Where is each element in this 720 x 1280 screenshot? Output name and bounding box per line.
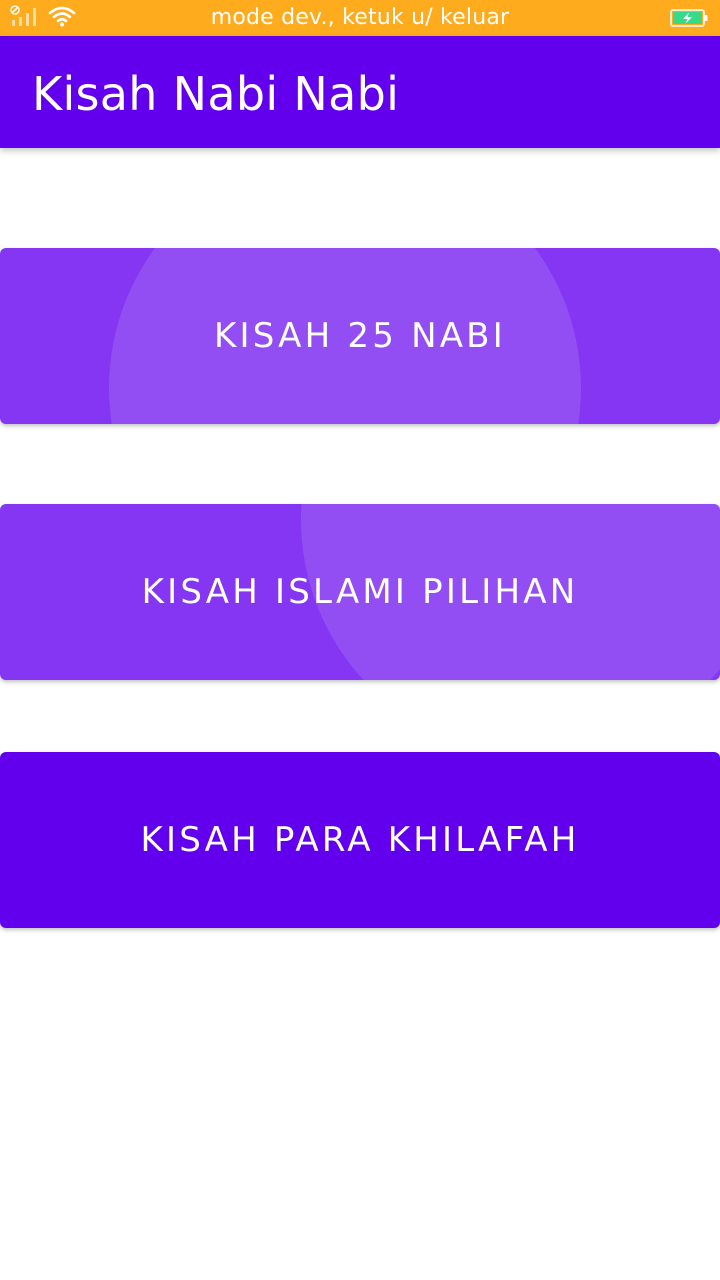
app-bar: Kisah Nabi Nabi [0,36,720,148]
kisah-25-nabi-button[interactable]: KISAH 25 NABI [0,248,720,424]
kisah-para-khilafah-button[interactable]: KISAH PARA KHILAFAH [0,752,720,928]
button-label: KISAH 25 NABI [214,316,506,356]
button-label: KISAH PARA KHILAFAH [140,820,580,860]
status-bar: mode dev., ketuk u/ keluar [0,0,720,36]
button-label: KISAH ISLAMI PILIHAN [141,572,579,612]
kisah-islami-pilihan-button[interactable]: KISAH ISLAMI PILIHAN [0,504,720,680]
status-text[interactable]: mode dev., ketuk u/ keluar [0,0,720,36]
battery-charging-icon [670,9,708,27]
page-title: Kisah Nabi Nabi [32,67,400,121]
